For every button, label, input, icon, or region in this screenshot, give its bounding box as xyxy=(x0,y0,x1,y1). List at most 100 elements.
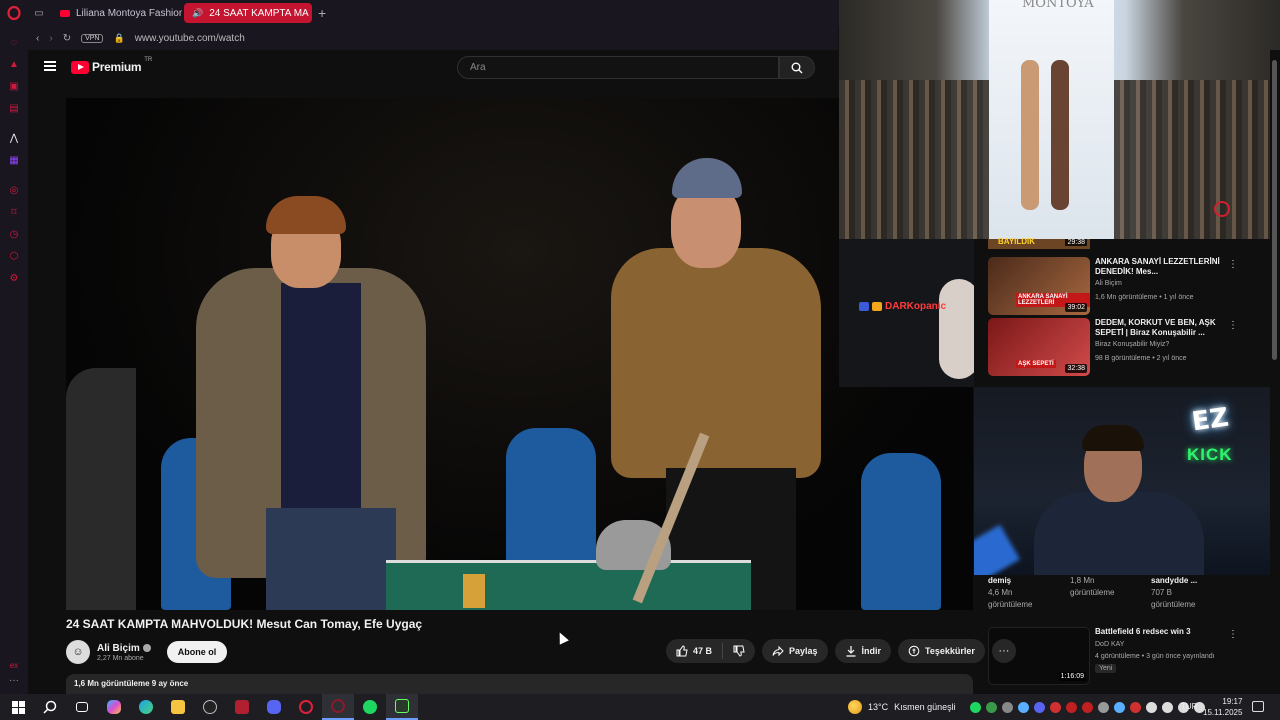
rec-channel[interactable]: Biraz Konuşabilir Miyiz? xyxy=(1095,341,1169,348)
discord-icon[interactable] xyxy=(258,694,290,720)
channel-name[interactable]: Ali Biçim xyxy=(97,643,151,654)
stream-username: DARKopanic xyxy=(859,301,946,312)
browser-sidebar: ◌ ▲ ▣ ▤ ⋀ ▦ ◎ ⌑ ◷ ⬡ ⚙ ex ··· xyxy=(0,26,28,694)
back-icon[interactable]: ‹ xyxy=(36,33,39,44)
rec-title[interactable]: ANKARA SANAYİ LEZZETLERİNİ DENEDİK! Mes.… xyxy=(1095,257,1223,277)
app-icon[interactable] xyxy=(194,694,226,720)
rec-item[interactable]: ANKARA SANAYİ LEZZETLERİ 39:02 ANKARA SA… xyxy=(988,257,1258,315)
tray-icon[interactable] xyxy=(1114,701,1125,713)
scrollbar-thumb[interactable] xyxy=(1272,60,1277,360)
clock[interactable]: 19:17 15.11.2025 xyxy=(1203,696,1242,718)
youtube-icon xyxy=(60,9,70,17)
tray-icon[interactable] xyxy=(1066,701,1077,713)
opera-gx-icon[interactable] xyxy=(322,694,354,720)
dislike-button[interactable] xyxy=(723,639,755,663)
tray-icon[interactable] xyxy=(1002,701,1013,713)
shopping-icon[interactable]: ▲ xyxy=(8,58,20,70)
tray-icon[interactable] xyxy=(970,701,981,713)
tray-icon[interactable] xyxy=(1050,701,1061,713)
rec-title[interactable]: DEDEM, KORKUT VE BEN, AŞK SEPETİ | Biraz… xyxy=(1095,318,1223,338)
model xyxy=(1051,60,1069,210)
messenger-icon[interactable]: ▣ xyxy=(8,80,20,92)
forward-icon[interactable]: › xyxy=(49,33,52,44)
spotify-icon[interactable] xyxy=(354,694,386,720)
twitch-icon[interactable]: ▦ xyxy=(8,154,20,166)
more-options-icon[interactable]: ⋮ xyxy=(1228,629,1238,640)
tab-video[interactable]: 🔊 24 SAAT KAMPTA MA xyxy=(184,3,312,23)
tray-icon[interactable] xyxy=(1162,701,1173,713)
download-button[interactable]: İndir xyxy=(834,639,892,663)
opera-logo-icon[interactable] xyxy=(0,0,28,26)
rec-meta: 1,6 Mn görüntüleme • 1 yıl önce xyxy=(1095,294,1194,301)
microphone-icon[interactable] xyxy=(1146,701,1157,713)
search-input[interactable]: Ara xyxy=(457,56,779,79)
url-field[interactable]: www.youtube.com/watch xyxy=(135,33,245,44)
file-explorer-icon[interactable] xyxy=(162,694,194,720)
rec-thumbnail[interactable]: AŞK SEPETİ 32:38 xyxy=(988,318,1090,376)
menu-icon[interactable] xyxy=(44,61,56,71)
tab-switcher-icon[interactable]: ▭ xyxy=(28,3,50,23)
tray-icon[interactable] xyxy=(1082,701,1093,713)
more-actions-icon[interactable]: ··· xyxy=(991,639,1016,663)
lock-icon[interactable]: 🔒 xyxy=(113,33,124,44)
history-icon[interactable]: ◷ xyxy=(8,228,20,240)
app-icon[interactable] xyxy=(226,694,258,720)
pip-webcam[interactable]: EZ KICK xyxy=(974,387,1280,575)
app-icon[interactable] xyxy=(386,694,418,720)
gx-icon[interactable]: ex xyxy=(10,661,18,670)
channel-name-text[interactable]: Ali Biçim xyxy=(97,643,140,654)
pip-fashion-video[interactable]: MONTOYA xyxy=(839,0,1280,239)
rec-item[interactable]: AŞK SEPETİ 32:38 DEDEM, KORKUT VE BEN, A… xyxy=(988,318,1258,376)
more-options-icon[interactable]: ⋮ xyxy=(1228,259,1238,270)
description-box[interactable]: 1,6 Mn görüntüleme 9 ay önce xyxy=(66,674,973,694)
tray-icon[interactable] xyxy=(1130,701,1141,713)
edge-icon[interactable] xyxy=(130,694,162,720)
notification-icon[interactable] xyxy=(1252,701,1264,712)
bookmarks-icon[interactable]: ⌑ xyxy=(8,206,20,218)
subscribe-button[interactable]: Abone ol xyxy=(166,641,228,663)
rec-item[interactable]: 1:16:09 Battlefield 6 redsec win 3 DoD K… xyxy=(988,627,1258,685)
aria-icon[interactable]: ◌ xyxy=(8,36,20,48)
channel-avatar[interactable]: ☺ xyxy=(66,640,90,664)
task-view-icon[interactable] xyxy=(66,694,98,720)
thanks-button[interactable]: Teşekkürler xyxy=(898,639,985,663)
rec-thumbnail[interactable]: ANKARA SANAYİ LEZZETLERİ 39:02 xyxy=(988,257,1090,315)
mouse-cursor xyxy=(555,630,569,645)
arc-icon[interactable]: ⋀ xyxy=(8,132,20,144)
language-indicator[interactable]: TUR xyxy=(1181,702,1197,711)
video-title: 24 SAAT KAMPTA MAHVOLDUK! Mesut Can Toma… xyxy=(66,617,423,631)
pip-stream-overlay[interactable]: DARKopanic xyxy=(839,239,974,387)
extensions-icon[interactable]: ⬡ xyxy=(8,250,20,262)
reload-icon[interactable]: ↻ xyxy=(63,33,71,44)
vpn-badge[interactable]: VPN xyxy=(81,33,104,43)
video-player[interactable] xyxy=(66,98,973,610)
opera-icon[interactable] xyxy=(290,694,322,720)
share-button[interactable]: Paylaş xyxy=(762,639,828,663)
settings-icon[interactable]: ⚙ xyxy=(8,272,20,284)
more-options-icon[interactable]: ⋮ xyxy=(1228,320,1238,331)
new-tab-button[interactable]: + xyxy=(318,5,326,21)
youtube-logo[interactable]: Premium TR xyxy=(71,57,152,74)
tray-icon[interactable] xyxy=(1018,701,1029,713)
rec-title[interactable]: Battlefield 6 redsec win 3 xyxy=(1095,627,1191,636)
speaker-icon[interactable]: 🔊 xyxy=(192,8,203,19)
like-button[interactable]: 47 B xyxy=(666,639,722,663)
super-thanks-icon xyxy=(908,645,920,657)
search-icon[interactable] xyxy=(34,694,66,720)
tab-fashion[interactable]: Liliana Montoya Fashion S xyxy=(52,3,182,23)
rec-thumb-partial[interactable]: BAYILDIK 29:38 xyxy=(988,237,1090,249)
tray-icon[interactable] xyxy=(1034,701,1045,713)
notes-icon[interactable]: ▤ xyxy=(8,102,20,114)
player-icon[interactable]: ◎ xyxy=(8,184,20,196)
windows-start-icon[interactable] xyxy=(2,694,34,720)
share-label: Paylaş xyxy=(789,646,818,656)
rec-channel[interactable]: DoD KAY xyxy=(1095,641,1124,648)
rec-channel[interactable]: Ali Biçim xyxy=(1095,280,1122,287)
scrollbar[interactable] xyxy=(1270,50,1280,694)
copilot-icon[interactable] xyxy=(98,694,130,720)
tray-icon[interactable] xyxy=(1098,701,1109,713)
tray-icon[interactable] xyxy=(986,701,997,713)
weather-widget[interactable]: 13°C Kısmen güneşli xyxy=(848,694,956,720)
search-button[interactable] xyxy=(779,56,815,79)
more-icon[interactable]: ··· xyxy=(9,675,19,686)
